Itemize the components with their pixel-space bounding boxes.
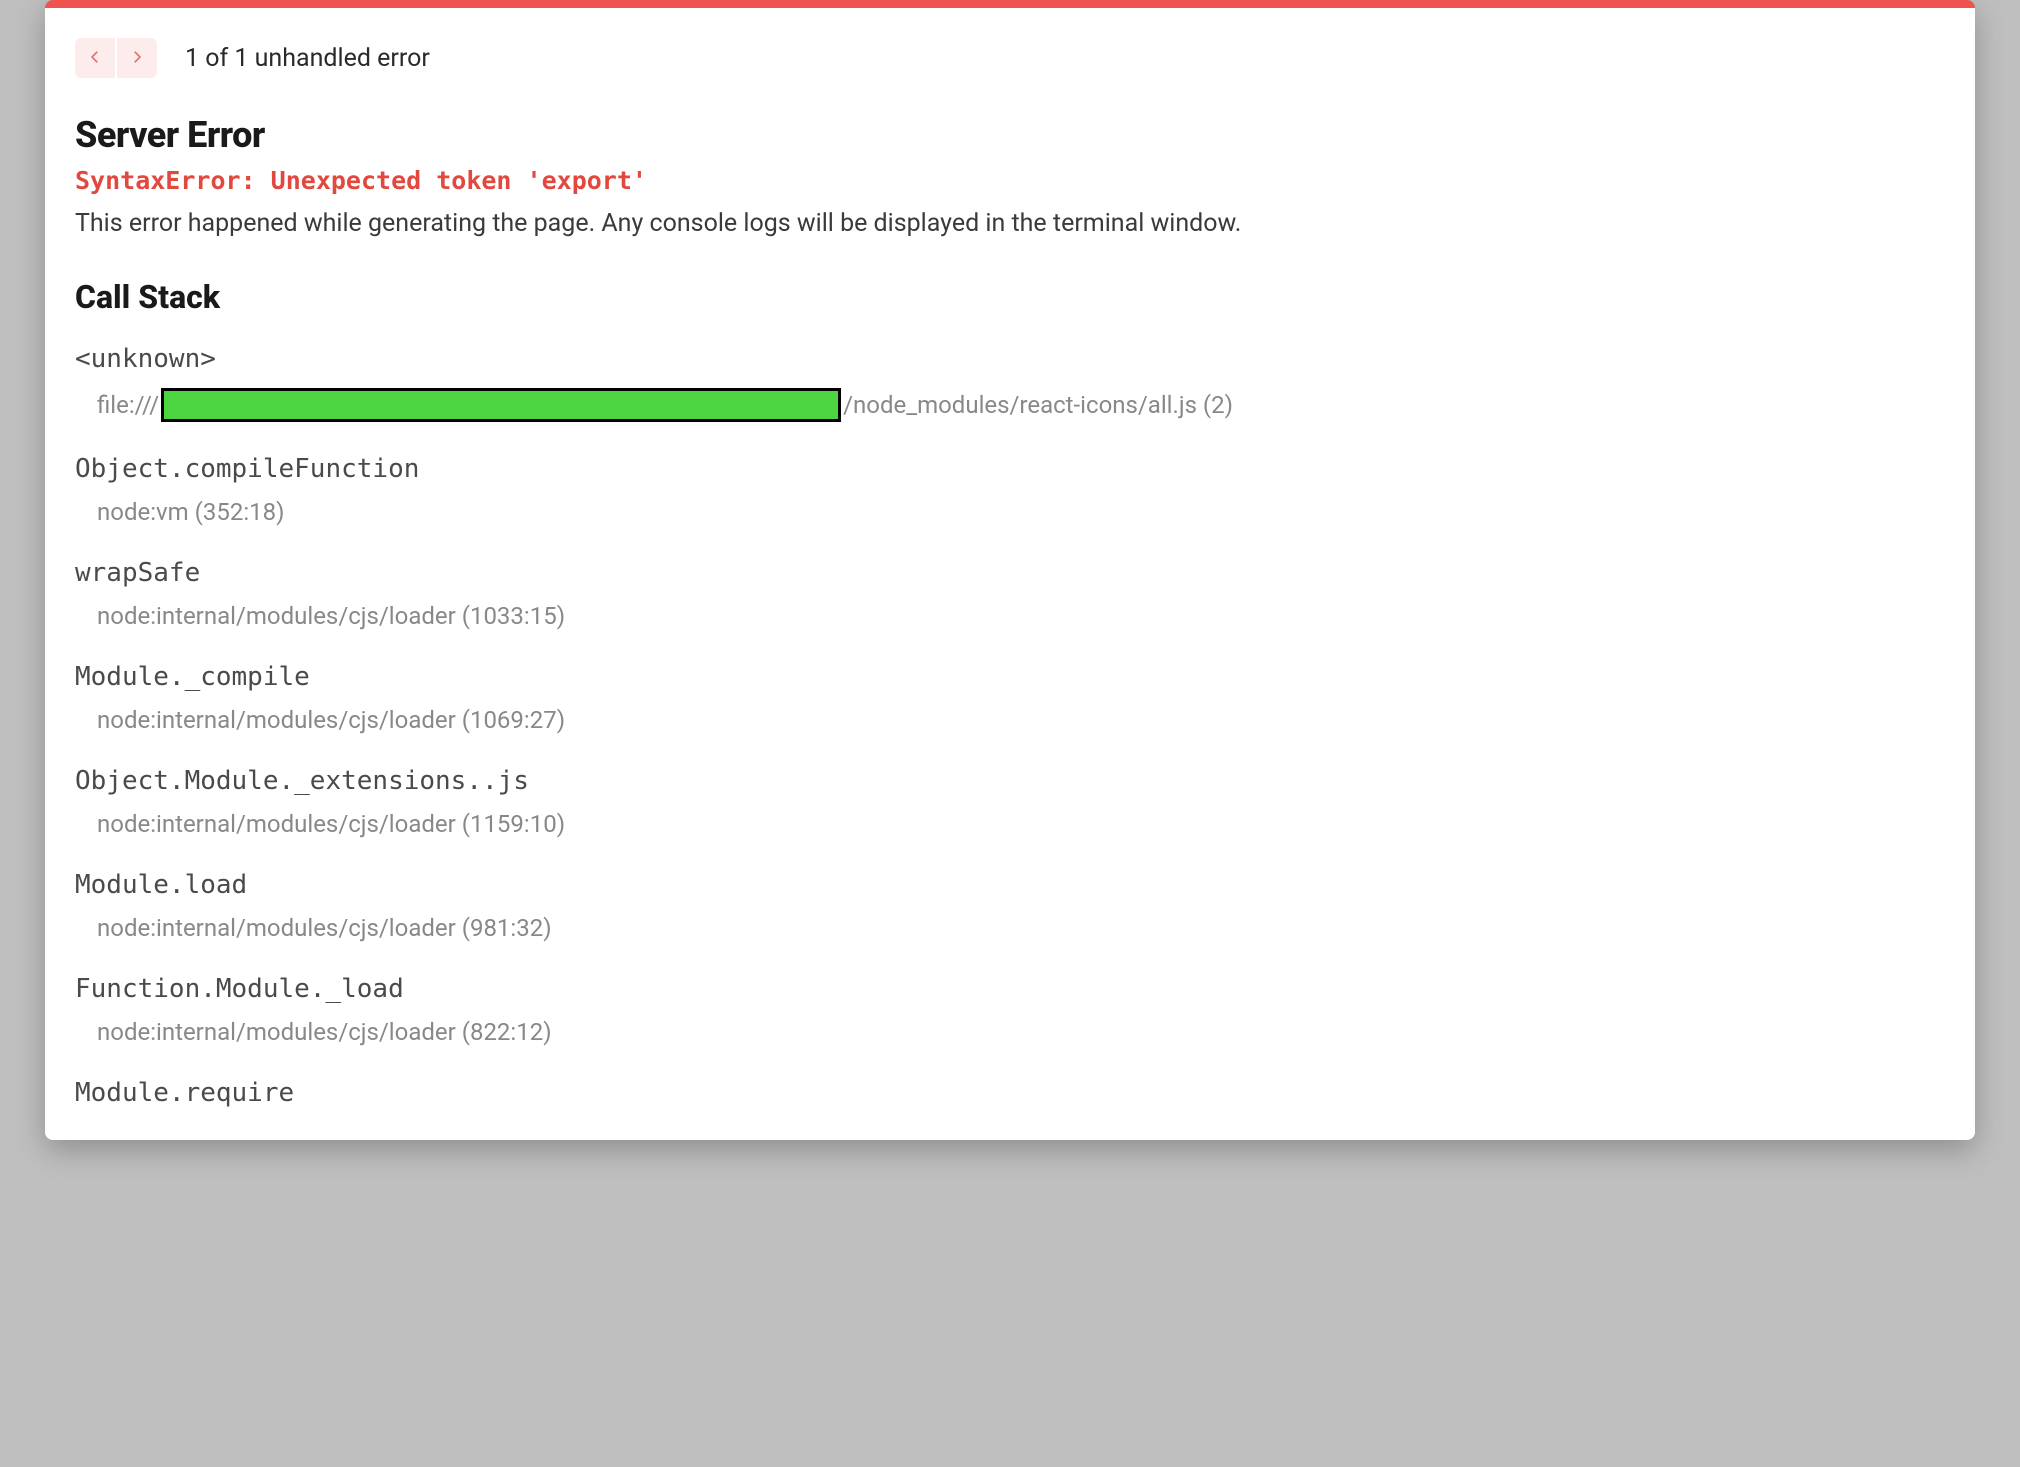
frame-location: node:internal/modules/cjs/loader (1159:1… (97, 810, 1945, 838)
frame-location: node:internal/modules/cjs/loader (1069:2… (97, 706, 1945, 734)
error-description: This error happened while generating the… (75, 209, 1945, 238)
stack-frame: <unknown> file:/// /node_modules/react-ico… (75, 344, 1945, 422)
frame-location: node:internal/modules/cjs/loader (1033:1… (97, 602, 1945, 630)
stack-frame: Object.compileFunction node:vm (352:18) (75, 454, 1945, 526)
frame-function: Function.Module._load (75, 974, 1945, 1004)
callstack-title: Call Stack (75, 278, 1945, 316)
next-error-button[interactable] (117, 38, 157, 78)
frame-function: Object.compileFunction (75, 454, 1945, 484)
frame-location-prefix: file:/// (97, 391, 159, 419)
frame-location: node:internal/modules/cjs/loader (981:32… (97, 914, 1945, 942)
frame-location-suffix: /node_modules/react-icons/all.js (2) (843, 391, 1233, 419)
stack-frame: Module.load node:internal/modules/cjs/loa… (75, 870, 1945, 942)
frame-function: Module.load (75, 870, 1945, 900)
nav-buttons (75, 38, 157, 78)
stack-frame: Module._compile node:internal/modules/cjs… (75, 662, 1945, 734)
callstack-frames: <unknown> file:/// /node_modules/react-ico… (75, 344, 1945, 1108)
frame-location: file:/// /node_modules/react-icons/all.js… (97, 388, 1945, 422)
error-dialog: 1 of 1 unhandled error Server Error Synt… (45, 0, 1975, 1140)
frame-function: Object.Module._extensions..js (75, 766, 1945, 796)
nav-row: 1 of 1 unhandled error (75, 38, 1945, 78)
error-title: Server Error (75, 114, 1945, 156)
frame-location: node:internal/modules/cjs/loader (822:12… (97, 1018, 1945, 1046)
prev-error-button[interactable] (75, 38, 115, 78)
error-counter: 1 of 1 unhandled error (185, 44, 430, 73)
frame-location: node:vm (352:18) (97, 498, 1945, 526)
stack-frame: wrapSafe node:internal/modules/cjs/loader… (75, 558, 1945, 630)
stack-frame: Function.Module._load node:internal/modul… (75, 974, 1945, 1046)
frame-function: Module._compile (75, 662, 1945, 692)
arrow-left-icon (86, 48, 104, 69)
redacted-path (161, 388, 841, 422)
arrow-right-icon (128, 48, 146, 69)
stack-frame: Module.require (75, 1078, 1945, 1108)
frame-function: Module.require (75, 1078, 1945, 1108)
frame-function: wrapSafe (75, 558, 1945, 588)
frame-function: <unknown> (75, 344, 1945, 374)
error-message: SyntaxError: Unexpected token 'export' (75, 166, 1945, 195)
stack-frame: Object.Module._extensions..js node:intern… (75, 766, 1945, 838)
